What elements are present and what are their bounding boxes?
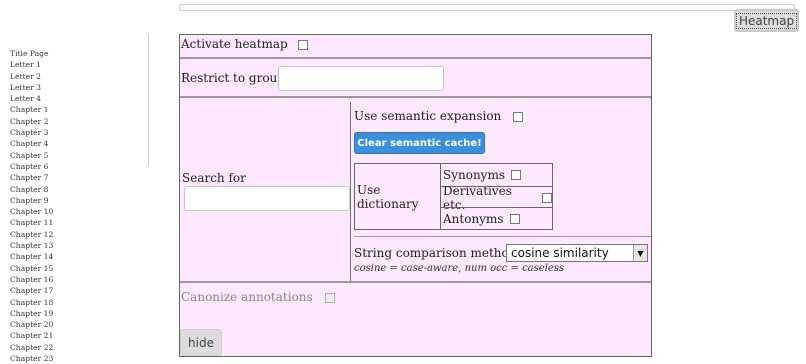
toc-item[interactable]: Chapter 6 bbox=[10, 161, 140, 172]
comparison-selected-value: cosine similarity bbox=[511, 246, 609, 260]
search-label: Search for bbox=[182, 171, 246, 185]
toc-item[interactable]: Chapter 5 bbox=[10, 150, 140, 161]
comparison-label: String comparison method bbox=[354, 246, 517, 260]
toc-item[interactable]: Title Page bbox=[10, 48, 140, 59]
heatmap-settings-panel: Activate heatmap Restrict to group Searc… bbox=[179, 34, 652, 357]
comparison-hint: cosine = case-aware, num occ = caseless bbox=[354, 263, 565, 274]
toc-item[interactable]: Chapter 7 bbox=[10, 172, 140, 183]
dictionary-option-antonyms: Antonyms bbox=[441, 207, 552, 229]
toc-item[interactable]: Letter 3 bbox=[10, 82, 140, 93]
search-input[interactable] bbox=[184, 186, 350, 211]
activate-heatmap-checkbox[interactable] bbox=[297, 39, 308, 50]
clear-semantic-cache-button[interactable]: Clear semantic cache! bbox=[354, 132, 485, 154]
toc-item[interactable]: Chapter 9 bbox=[10, 195, 140, 206]
comparison-method-select[interactable]: cosine similarity ▼ bbox=[506, 244, 648, 262]
dictionary-table: Use dictionary Synonyms Derivatives etc.… bbox=[354, 163, 553, 230]
dictionary-option-derivatives: Derivatives etc. bbox=[441, 184, 552, 212]
hide-button[interactable]: hide bbox=[180, 329, 222, 356]
semantic-label: Use semantic expansion bbox=[354, 109, 502, 123]
toc-item[interactable]: Letter 2 bbox=[10, 71, 140, 82]
toc-item[interactable]: Letter 1 bbox=[10, 59, 140, 70]
toc-item[interactable]: Chapter 4 bbox=[10, 138, 140, 149]
derivatives-checkbox[interactable] bbox=[542, 192, 552, 203]
toc-item[interactable]: Chapter 15 bbox=[10, 263, 140, 274]
toc-item[interactable]: Chapter 2 bbox=[10, 116, 140, 127]
progress-bar bbox=[179, 4, 795, 11]
toc-item[interactable]: Chapter 10 bbox=[10, 206, 140, 217]
canonize-label: Canonize annotations bbox=[181, 290, 313, 304]
semantic-row: Use semantic expansion bbox=[354, 109, 524, 123]
toc-separator bbox=[148, 35, 149, 165]
activate-label: Activate heatmap bbox=[181, 37, 288, 51]
toc-item[interactable]: Chapter 14 bbox=[10, 251, 140, 262]
toc-item[interactable]: Chapter 8 bbox=[10, 184, 140, 195]
heatmap-button-label: Heatmap bbox=[735, 12, 798, 29]
dictionary-option-label: Synonyms bbox=[443, 168, 505, 182]
dictionary-option-label: Antonyms bbox=[443, 211, 504, 226]
toc-item[interactable]: Chapter 20 bbox=[10, 319, 140, 330]
toc-item[interactable]: Chapter 13 bbox=[10, 240, 140, 251]
synonyms-checkbox[interactable] bbox=[511, 170, 521, 180]
toc-item[interactable]: Chapter 23 bbox=[10, 353, 140, 364]
activate-row: Activate heatmap bbox=[180, 37, 651, 57]
divider bbox=[180, 281, 651, 283]
toc-item[interactable]: Chapter 22 bbox=[10, 342, 140, 353]
restrict-group-input[interactable] bbox=[278, 66, 444, 91]
semantic-expansion-checkbox[interactable] bbox=[513, 111, 524, 122]
toc-item[interactable]: Chapter 19 bbox=[10, 308, 140, 319]
toc-item[interactable]: Chapter 16 bbox=[10, 274, 140, 285]
restrict-row: Restrict to group bbox=[180, 59, 651, 96]
canonize-row: Canonize annotations bbox=[180, 290, 651, 310]
toc-item[interactable]: Chapter 1 bbox=[10, 104, 140, 115]
toc-item[interactable]: Chapter 12 bbox=[10, 229, 140, 240]
restrict-label: Restrict to group bbox=[181, 71, 285, 85]
toc-item[interactable]: Chapter 11 bbox=[10, 217, 140, 228]
chevron-down-icon: ▼ bbox=[633, 245, 647, 261]
canonize-annotations-checkbox[interactable] bbox=[324, 292, 335, 303]
dictionary-label: Use dictionary bbox=[355, 164, 441, 229]
toc-item[interactable]: Letter 4 bbox=[10, 93, 140, 104]
heatmap-button[interactable]: Heatmap bbox=[734, 9, 799, 32]
toc-item[interactable]: Chapter 21 bbox=[10, 330, 140, 341]
antonyms-checkbox[interactable] bbox=[509, 213, 520, 224]
toc-item[interactable]: Chapter 17 bbox=[10, 285, 140, 296]
toc-item[interactable]: Chapter 3 bbox=[10, 127, 140, 138]
toc-item[interactable]: Chapter 18 bbox=[10, 297, 140, 308]
table-of-contents: Title Page Letter 1 Letter 2 Letter 3 Le… bbox=[10, 48, 140, 364]
column-divider bbox=[350, 102, 351, 281]
divider bbox=[354, 236, 651, 237]
